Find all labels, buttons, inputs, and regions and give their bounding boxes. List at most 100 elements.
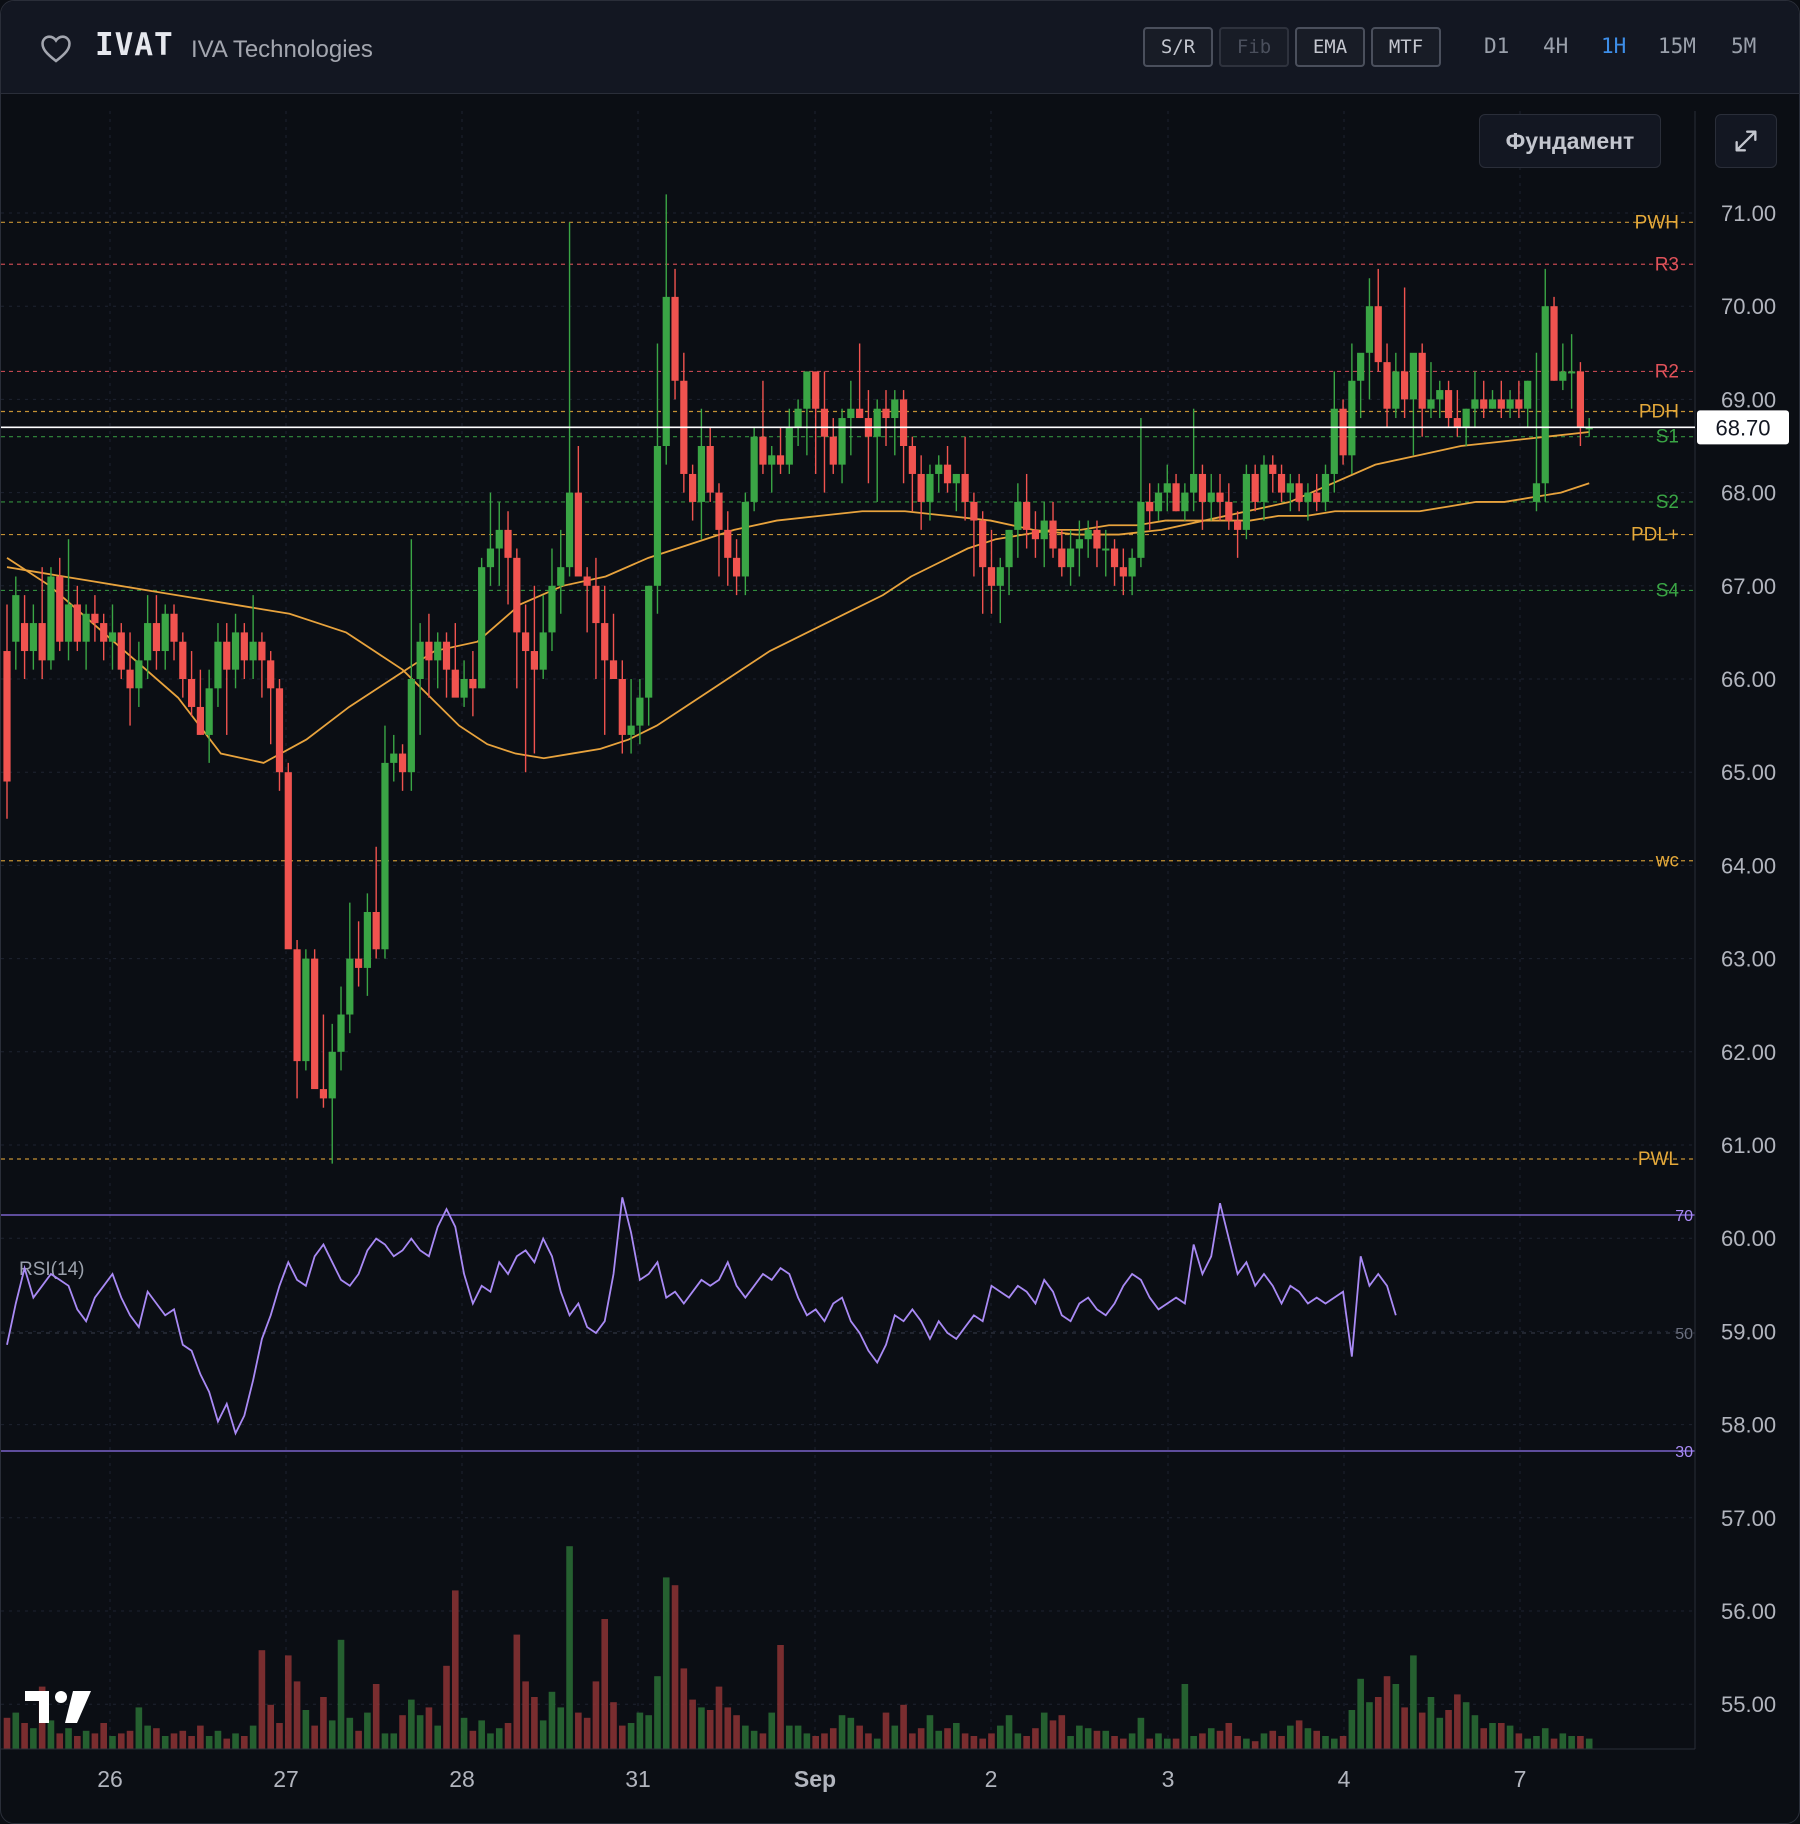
- toggle-mtf-button[interactable]: MTF: [1371, 27, 1441, 67]
- volume-bar: [812, 1736, 819, 1749]
- candle-body: [425, 641, 433, 661]
- timeframe-5m[interactable]: 5M: [1731, 34, 1756, 58]
- candle-body: [522, 632, 530, 652]
- candle-body: [548, 585, 556, 633]
- y-tick-label: 62.00: [1721, 1040, 1776, 1065]
- candle-body: [1524, 380, 1532, 409]
- volume-bar: [293, 1681, 301, 1749]
- candle-body: [952, 473, 960, 484]
- volume-bar: [794, 1725, 802, 1749]
- volume-bar: [1111, 1736, 1118, 1749]
- volume-bar: [284, 1655, 292, 1749]
- volume-bar: [381, 1733, 389, 1749]
- heart-outline-icon[interactable]: [39, 32, 73, 66]
- volume-bar: [1032, 1728, 1039, 1749]
- timeframe-1h[interactable]: 1H: [1601, 34, 1626, 58]
- volume-bar: [487, 1733, 494, 1749]
- volume-bar: [1454, 1694, 1461, 1749]
- expand-button[interactable]: [1715, 114, 1777, 168]
- y-tick-label: 63.00: [1721, 947, 1776, 972]
- volume-bar: [205, 1736, 213, 1749]
- volume-bar: [56, 1733, 64, 1749]
- volume-bar: [372, 1684, 380, 1749]
- volume-bar: [1577, 1736, 1584, 1749]
- company-name: IVA Technologies: [191, 36, 373, 63]
- candle-body: [1066, 548, 1075, 568]
- candle-body: [803, 371, 811, 409]
- candle-body: [557, 567, 565, 586]
- x-tick-label: 31: [625, 1766, 651, 1792]
- candle-body: [100, 623, 108, 642]
- price-chart[interactable]: PWHR3R2PDHS1S2PDL+S4wcPWL RSI(14)705030 …: [1, 93, 1799, 1823]
- volume-bar: [1146, 1738, 1153, 1749]
- candle-body: [961, 473, 969, 502]
- volume-bar: [267, 1704, 274, 1749]
- candle-body: [1251, 473, 1259, 502]
- candle-body: [478, 567, 486, 689]
- y-tick-label: 65.00: [1721, 760, 1776, 785]
- volume-bar: [1128, 1733, 1136, 1749]
- rsi-level-label: 30: [1675, 1444, 1693, 1461]
- volume-bar: [320, 1697, 327, 1749]
- candle-body: [943, 464, 952, 484]
- volume-bar: [1401, 1707, 1408, 1749]
- rsi-label: RSI(14): [19, 1259, 84, 1280]
- candle-body: [645, 585, 653, 698]
- x-tick-label: 28: [449, 1766, 475, 1792]
- volume-bar: [513, 1634, 521, 1749]
- candle-body: [838, 418, 846, 465]
- volume-bar: [1559, 1733, 1567, 1749]
- candle-body: [1418, 352, 1426, 409]
- volume-bar: [583, 1717, 591, 1749]
- volume-bar: [970, 1736, 978, 1749]
- toggle-ema-button[interactable]: EMA: [1295, 27, 1365, 67]
- candle-body: [592, 585, 600, 624]
- timeframe-15m[interactable]: 15M: [1658, 34, 1696, 58]
- volume-bar: [1023, 1736, 1030, 1749]
- volume-bar: [601, 1619, 609, 1749]
- volume-bar: [109, 1736, 116, 1749]
- candle-body: [979, 520, 987, 568]
- volume-bar: [1269, 1730, 1277, 1749]
- timeframe-4h[interactable]: 4H: [1543, 34, 1568, 58]
- candle-body: [820, 408, 829, 437]
- candle-body: [1023, 501, 1031, 530]
- volume-bar: [1383, 1676, 1391, 1749]
- volume-bar: [1181, 1684, 1189, 1749]
- volume-bar: [1568, 1736, 1575, 1749]
- fundament-button[interactable]: Фундамент: [1479, 114, 1661, 168]
- level-label: wc: [1655, 851, 1679, 872]
- timeframe-d1[interactable]: D1: [1484, 34, 1509, 58]
- candle-body: [926, 473, 934, 502]
- volume-bar: [135, 1707, 143, 1749]
- volume-bar: [698, 1707, 705, 1749]
- candle-body: [689, 473, 697, 502]
- volume-bar: [1462, 1702, 1470, 1749]
- candle-body: [451, 669, 459, 698]
- volume-bar: [566, 1546, 573, 1749]
- candle-body: [1172, 483, 1180, 512]
- candle-body: [1242, 473, 1250, 530]
- volume-bar: [249, 1725, 257, 1749]
- volume-bar: [1489, 1723, 1496, 1749]
- candle-body: [135, 660, 143, 689]
- x-tick-label: 2: [985, 1766, 998, 1792]
- toggle-sr-button[interactable]: S/R: [1143, 27, 1213, 67]
- candle-body: [574, 492, 582, 577]
- volume-bar: [434, 1725, 442, 1749]
- volume-bar: [179, 1730, 187, 1749]
- volume-bar: [1076, 1725, 1083, 1749]
- toggle-fib-button[interactable]: Fib: [1219, 27, 1289, 67]
- volume-bar: [153, 1728, 160, 1749]
- volume-bar: [1392, 1684, 1400, 1749]
- chart-header: IVAT IVA Technologies S/R Fib EMA MTF D1…: [1, 1, 1799, 94]
- candle-body: [1506, 399, 1514, 409]
- volume-bar: [30, 1728, 37, 1749]
- candle-body: [1163, 483, 1171, 493]
- volume-bar: [548, 1691, 556, 1749]
- volume-bar: [557, 1707, 565, 1749]
- candle-body: [891, 399, 899, 419]
- candle-body: [346, 958, 354, 1015]
- candle-body: [882, 408, 890, 419]
- x-tick-label: 27: [273, 1766, 299, 1792]
